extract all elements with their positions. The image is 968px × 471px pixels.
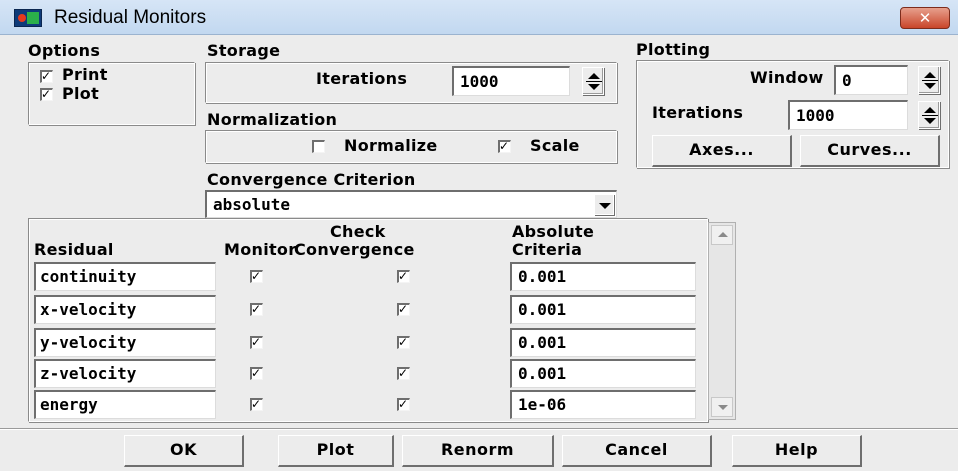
normalize-checkbox[interactable] [312, 140, 325, 153]
plotting-window-label: Window [750, 68, 824, 87]
criteria-header: Criteria [512, 240, 583, 259]
check-convergence-checkbox-x-velocity[interactable] [397, 303, 410, 316]
chevron-down-icon[interactable] [594, 194, 614, 215]
plotting-window-spinner[interactable] [918, 66, 940, 94]
spin-down-icon[interactable] [924, 118, 936, 124]
spin-divider [922, 80, 938, 81]
print-label: Print [62, 65, 108, 84]
scale-label: Scale [530, 136, 580, 155]
cancel-button[interactable]: Cancel [562, 435, 712, 467]
monitor-checkbox-x-velocity[interactable] [250, 303, 263, 316]
check-convergence-checkbox-continuity[interactable] [397, 270, 410, 283]
storage-iterations-input[interactable]: 1000 [452, 66, 570, 96]
criteria-input-z-velocity[interactable]: 0.001 [510, 359, 696, 388]
residual-name-y-velocity: y-velocity [34, 328, 216, 357]
check-convergence-checkbox-energy[interactable] [397, 398, 410, 411]
plotting-window-input[interactable]: 0 [834, 65, 908, 95]
app-icon [14, 9, 42, 27]
table-vertical-scrollbar[interactable] [708, 222, 736, 420]
absolute-header-top: Absolute [512, 222, 595, 241]
check-convergence-checkbox-y-velocity[interactable] [397, 336, 410, 349]
convergence-criterion-select[interactable]: absolute [205, 190, 617, 218]
plotting-heading: Plotting [636, 40, 711, 59]
print-checkbox[interactable] [40, 70, 53, 83]
storage-iterations-spinner[interactable] [582, 67, 604, 95]
options-heading: Options [28, 41, 101, 60]
scroll-up-icon[interactable] [711, 225, 733, 245]
renorm-button[interactable]: Renorm [402, 435, 554, 467]
plotting-iterations-spinner[interactable] [918, 101, 940, 129]
plot-button[interactable]: Plot [278, 435, 394, 467]
plot-label: Plot [62, 84, 100, 103]
residual-name-x-velocity: x-velocity [34, 295, 216, 324]
monitor-checkbox-energy[interactable] [250, 398, 263, 411]
scroll-down-icon[interactable] [711, 397, 733, 417]
criteria-input-energy[interactable]: 1e-06 [510, 390, 696, 419]
residual-monitors-dialog: Residual Monitors ✕ Options Print Plot S… [0, 0, 958, 471]
spin-divider [586, 81, 602, 82]
options-group [28, 62, 195, 125]
monitor-checkbox-continuity[interactable] [250, 270, 263, 283]
plot-checkbox[interactable] [40, 88, 53, 101]
monitor-checkbox-z-velocity[interactable] [250, 367, 263, 380]
check-header-top: Check [330, 222, 386, 241]
convergence-selected-value: absolute [213, 195, 291, 214]
spin-up-icon[interactable] [588, 73, 600, 79]
spin-up-icon[interactable] [924, 107, 936, 113]
help-button[interactable]: Help [732, 435, 862, 467]
criteria-input-continuity[interactable]: 0.001 [510, 262, 696, 291]
monitor-header: Monitor [224, 240, 297, 259]
spin-down-icon[interactable] [588, 84, 600, 90]
monitor-checkbox-y-velocity[interactable] [250, 336, 263, 349]
scale-checkbox[interactable] [498, 140, 511, 153]
criteria-input-x-velocity[interactable]: 0.001 [510, 295, 696, 324]
spin-down-icon[interactable] [924, 83, 936, 89]
convergence-heading: Convergence Criterion [207, 170, 416, 189]
residual-name-continuity: continuity [34, 262, 216, 291]
spin-up-icon[interactable] [924, 72, 936, 78]
convergence-header: Convergence [294, 240, 415, 259]
curves-button[interactable]: Curves... [800, 135, 940, 167]
storage-iterations-label: Iterations [316, 69, 408, 88]
plotting-iterations-input[interactable]: 1000 [788, 100, 908, 130]
residual-name-z-velocity: z-velocity [34, 359, 216, 388]
close-button[interactable]: ✕ [900, 7, 950, 29]
normalization-heading: Normalization [207, 110, 338, 129]
window-title: Residual Monitors [54, 7, 207, 28]
ok-button[interactable]: OK [124, 435, 244, 467]
axes-button[interactable]: Axes... [652, 135, 792, 167]
title-bar[interactable]: Residual Monitors ✕ [0, 0, 958, 35]
normalize-label: Normalize [344, 136, 438, 155]
residual-name-energy: energy [34, 390, 216, 419]
button-bar-separator [0, 428, 958, 430]
spin-divider [922, 115, 938, 116]
residual-header: Residual [34, 240, 114, 259]
plotting-iterations-label: Iterations [652, 103, 744, 122]
criteria-input-y-velocity[interactable]: 0.001 [510, 328, 696, 357]
storage-heading: Storage [207, 41, 281, 60]
check-convergence-checkbox-z-velocity[interactable] [397, 367, 410, 380]
